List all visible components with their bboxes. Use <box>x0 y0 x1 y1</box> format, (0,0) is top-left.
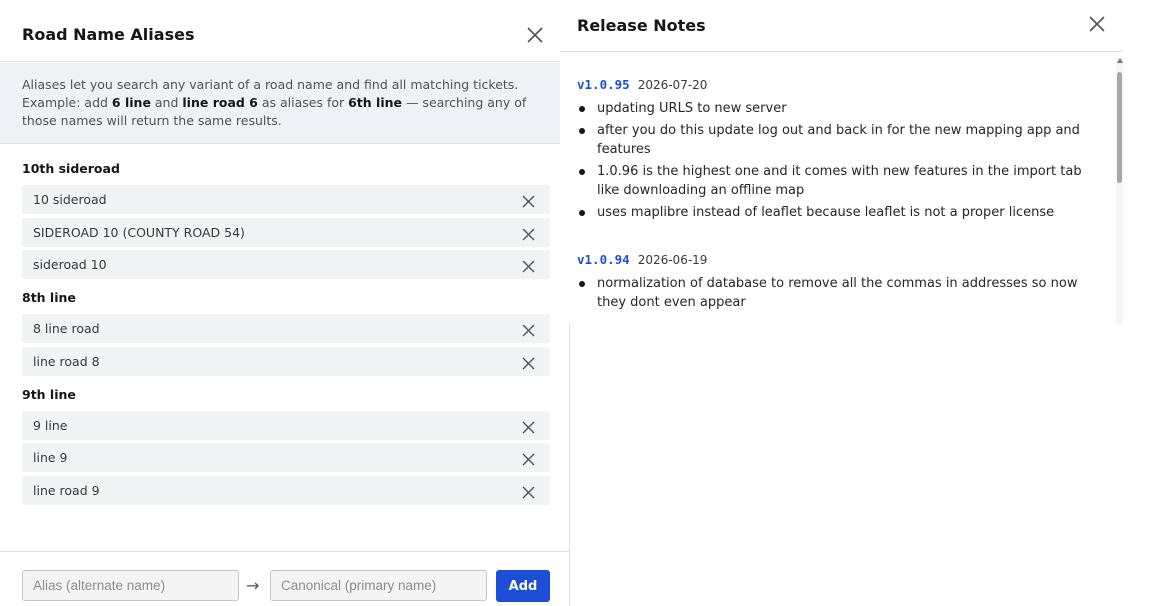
release-notes-list: normalization of database to remove all … <box>577 274 1087 312</box>
alias-text: SIDEROAD 10 (COUNTY ROAD 54) <box>33 224 245 240</box>
info-text: as aliases for <box>257 95 349 110</box>
alias-row: sideroad 10 <box>22 250 550 279</box>
alias-text: line road 8 <box>33 353 100 369</box>
alias-text: 9 line <box>33 417 68 433</box>
alias-group-title: 8th line <box>22 290 76 305</box>
alias-group: 8th line 8 line road line road 8 <box>22 289 550 376</box>
release-version: v1.0.94 <box>577 252 630 267</box>
release-header: v1.0.94 2026-06-19 <box>577 249 1087 269</box>
alias-group-title: 10th sideroad <box>22 161 120 176</box>
alias-text: 8 line road <box>33 321 100 336</box>
close-icon <box>522 195 535 208</box>
alias-text: 10 sideroad <box>33 192 107 207</box>
notes-scrollbar[interactable] <box>1116 58 1123 324</box>
canonical-input[interactable] <box>270 570 487 601</box>
release-header: v1.0.95 2026-07-20 <box>577 74 1087 94</box>
remove-alias-button[interactable] <box>522 451 535 466</box>
release-notes-body[interactable]: v1.0.95 2026-07-20 updating URLS to new s… <box>560 53 1123 324</box>
scrollbar-thumb[interactable] <box>1117 72 1122 183</box>
remove-alias-button[interactable] <box>522 258 535 273</box>
alias-group: 10th sideroad 10 sideroad SIDEROAD 10 (C… <box>22 160 550 279</box>
release-date: 2026-06-19 <box>637 253 708 267</box>
arrow-icon: → <box>246 576 260 595</box>
alias-row: SIDEROAD 10 (COUNTY ROAD 54) <box>22 217 550 247</box>
alias-groups: 10th sideroad 10 sideroad SIDEROAD 10 (C… <box>22 160 550 515</box>
alias-group-title: 9th line <box>22 386 76 402</box>
release-version: v1.0.95 <box>577 77 630 92</box>
alias-input[interactable] <box>22 570 239 601</box>
aliases-close-button[interactable] <box>523 23 547 47</box>
release-notes-title: Release Notes <box>577 16 706 35</box>
release-entry: v1.0.95 2026-07-20 updating URLS to new s… <box>577 74 1087 225</box>
add-alias-footer: → Add <box>0 551 570 606</box>
release-notes-list: updating URLS to new server after you do… <box>577 99 1087 222</box>
aliases-header: Road Name Aliases <box>0 0 560 62</box>
close-icon <box>522 228 535 240</box>
release-note-item: 1.0.96 is the highest one and it comes w… <box>577 162 1087 200</box>
close-icon <box>527 27 543 43</box>
alias-row: line 9 <box>22 443 550 472</box>
release-notes-close-button[interactable] <box>1085 12 1109 36</box>
alias-row: 10 sideroad <box>22 185 550 214</box>
release-note-item: normalization of database to remove all … <box>577 274 1087 312</box>
alias-row: 8 line road <box>22 314 550 343</box>
info-example-alias-2: line road 6 <box>182 95 258 110</box>
release-note-item: after you do this update log out and bac… <box>577 121 1087 159</box>
add-button[interactable]: Add <box>496 570 550 602</box>
remove-alias-button[interactable] <box>522 484 535 498</box>
info-example-alias-1: 6 line <box>111 95 151 110</box>
close-icon <box>522 453 535 466</box>
release-note-item: updating URLS to new server <box>577 99 1087 118</box>
release-note-item: uses maplibre instead of leaflet because… <box>577 203 1087 222</box>
alias-text: line road 9 <box>33 482 100 498</box>
road-name-aliases-dialog: Road Name Aliases Aliases let you search… <box>0 0 570 606</box>
close-icon <box>522 260 535 273</box>
info-example-canonical: 6th line <box>348 95 402 110</box>
close-icon <box>1089 16 1105 32</box>
alias-row: 9 line <box>22 410 550 440</box>
release-notes-dialog: Release Notes v1.0.95 2026-07-20 updating… <box>560 0 1123 324</box>
remove-alias-button[interactable] <box>522 322 535 337</box>
close-icon <box>522 357 535 369</box>
remove-alias-button[interactable] <box>522 355 535 369</box>
alias-text: sideroad 10 <box>33 257 107 272</box>
close-icon <box>522 486 535 498</box>
scroll-up-arrow-icon[interactable] <box>1117 58 1123 63</box>
aliases-title: Road Name Aliases <box>22 25 195 44</box>
info-text: and <box>150 95 183 110</box>
alias-row: line road 8 <box>22 346 550 376</box>
aliases-info-text: Aliases let you search any variant of a … <box>0 63 560 144</box>
close-icon <box>522 421 535 433</box>
remove-alias-button[interactable] <box>522 193 535 208</box>
close-icon <box>522 324 535 337</box>
release-entry: v1.0.94 2026-06-19 normalization of datab… <box>577 249 1087 315</box>
release-notes-header: Release Notes <box>560 0 1123 52</box>
remove-alias-button[interactable] <box>522 419 535 433</box>
alias-row: line road 9 <box>22 475 550 505</box>
alias-group: 9th line 9 line line 9 line road 9 <box>22 386 550 505</box>
remove-alias-button[interactable] <box>522 226 535 240</box>
alias-text: line 9 <box>33 450 68 465</box>
release-date: 2026-07-20 <box>637 78 708 92</box>
